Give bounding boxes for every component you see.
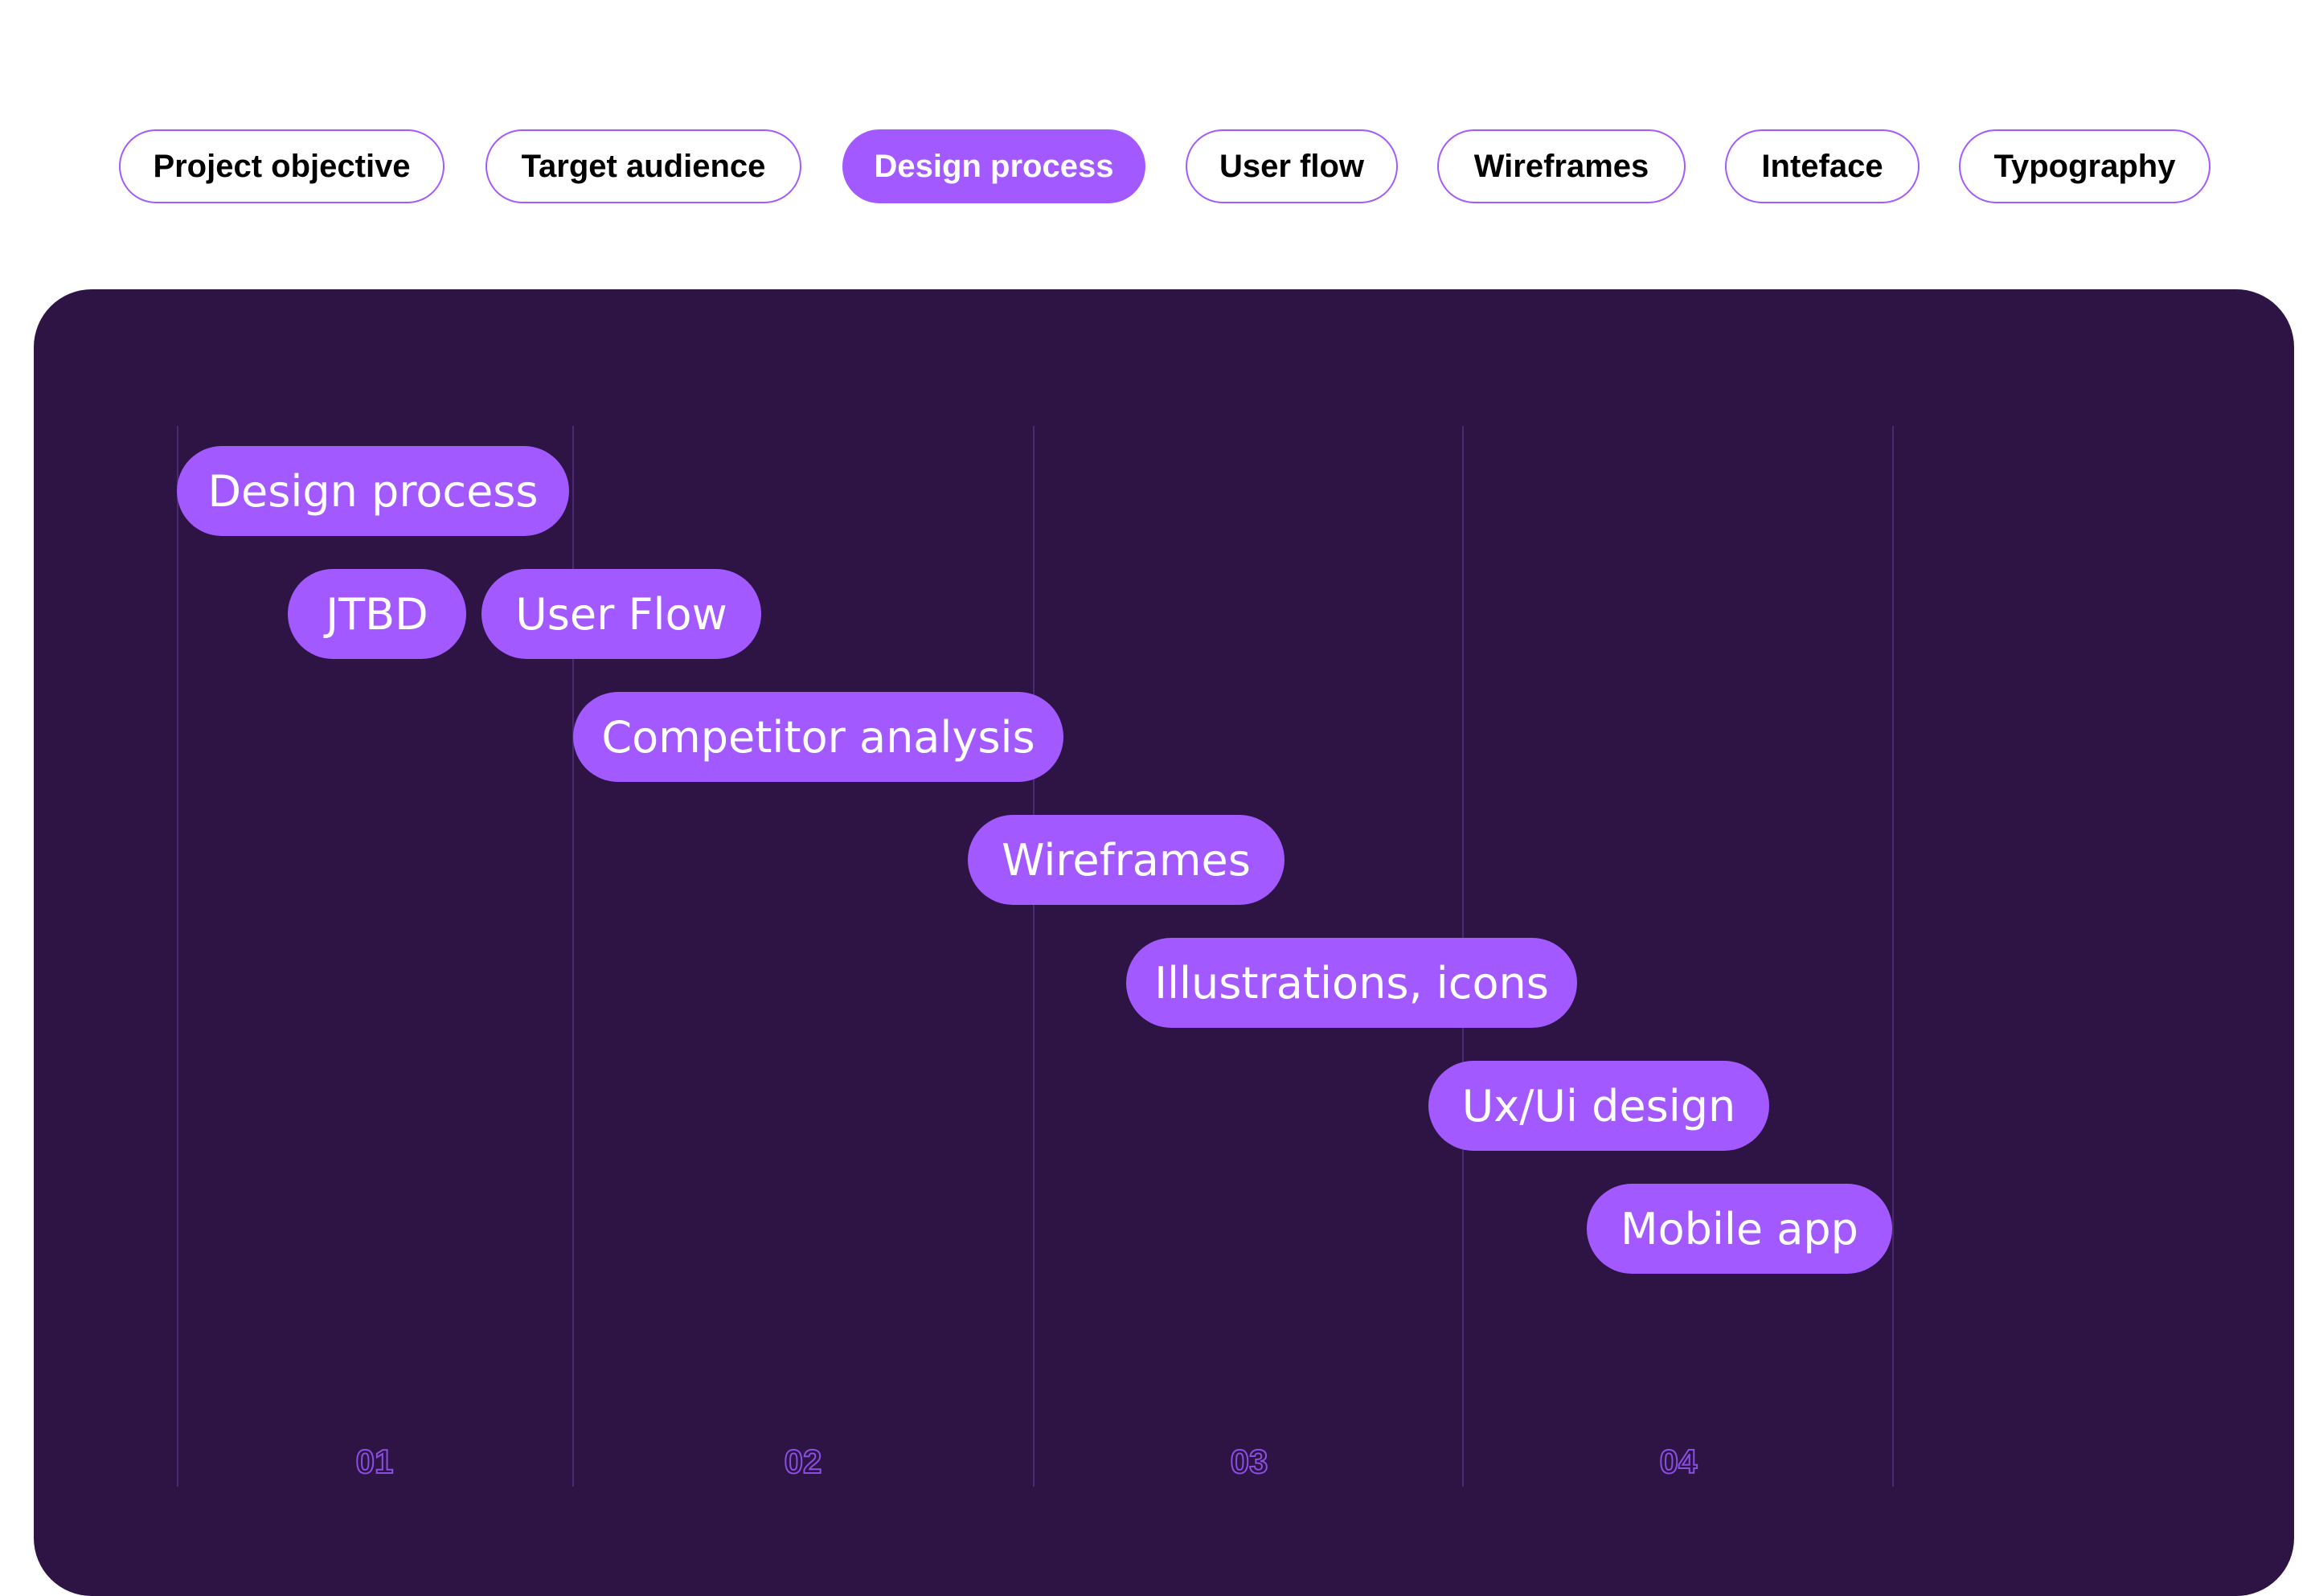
- timeline-item-design-process: Design process: [177, 446, 569, 536]
- phase-label-01: 01: [355, 1442, 395, 1481]
- tab-wireframes[interactable]: Wireframes: [1437, 129, 1686, 203]
- timeline-item-user-flow: User Flow: [481, 569, 761, 659]
- timeline-item-mobile-app: Mobile app: [1587, 1184, 1892, 1274]
- design-process-timeline: Design process JTBD User Flow Competitor…: [34, 289, 2294, 1596]
- tab-typography[interactable]: Typography: [1959, 129, 2211, 203]
- timeline-item-wireframes: Wireframes: [968, 815, 1285, 905]
- tab-project-objective[interactable]: Project objective: [119, 129, 445, 203]
- tab-inteface[interactable]: Inteface: [1725, 129, 1920, 203]
- phase-label-04: 04: [1659, 1442, 1698, 1481]
- tab-user-flow[interactable]: User flow: [1186, 129, 1398, 203]
- phase-label-02: 02: [784, 1442, 823, 1481]
- timeline-gridline: [1892, 426, 1894, 1487]
- section-tabs: Project objective Target audience Design…: [0, 0, 2315, 241]
- timeline-gridline: [177, 426, 178, 1487]
- tab-design-process[interactable]: Design process: [842, 129, 1145, 203]
- timeline-item-jtbd: JTBD: [288, 569, 466, 659]
- timeline-item-competitor-analysis: Competitor analysis: [573, 692, 1063, 782]
- phase-label-03: 03: [1230, 1442, 1269, 1481]
- timeline-item-illustrations-icons: Illustrations, icons: [1126, 938, 1577, 1028]
- tab-target-audience[interactable]: Target audience: [486, 129, 801, 203]
- timeline-item-ux-ui-design: Ux/Ui design: [1428, 1061, 1769, 1151]
- timeline-gridline: [1033, 426, 1035, 1487]
